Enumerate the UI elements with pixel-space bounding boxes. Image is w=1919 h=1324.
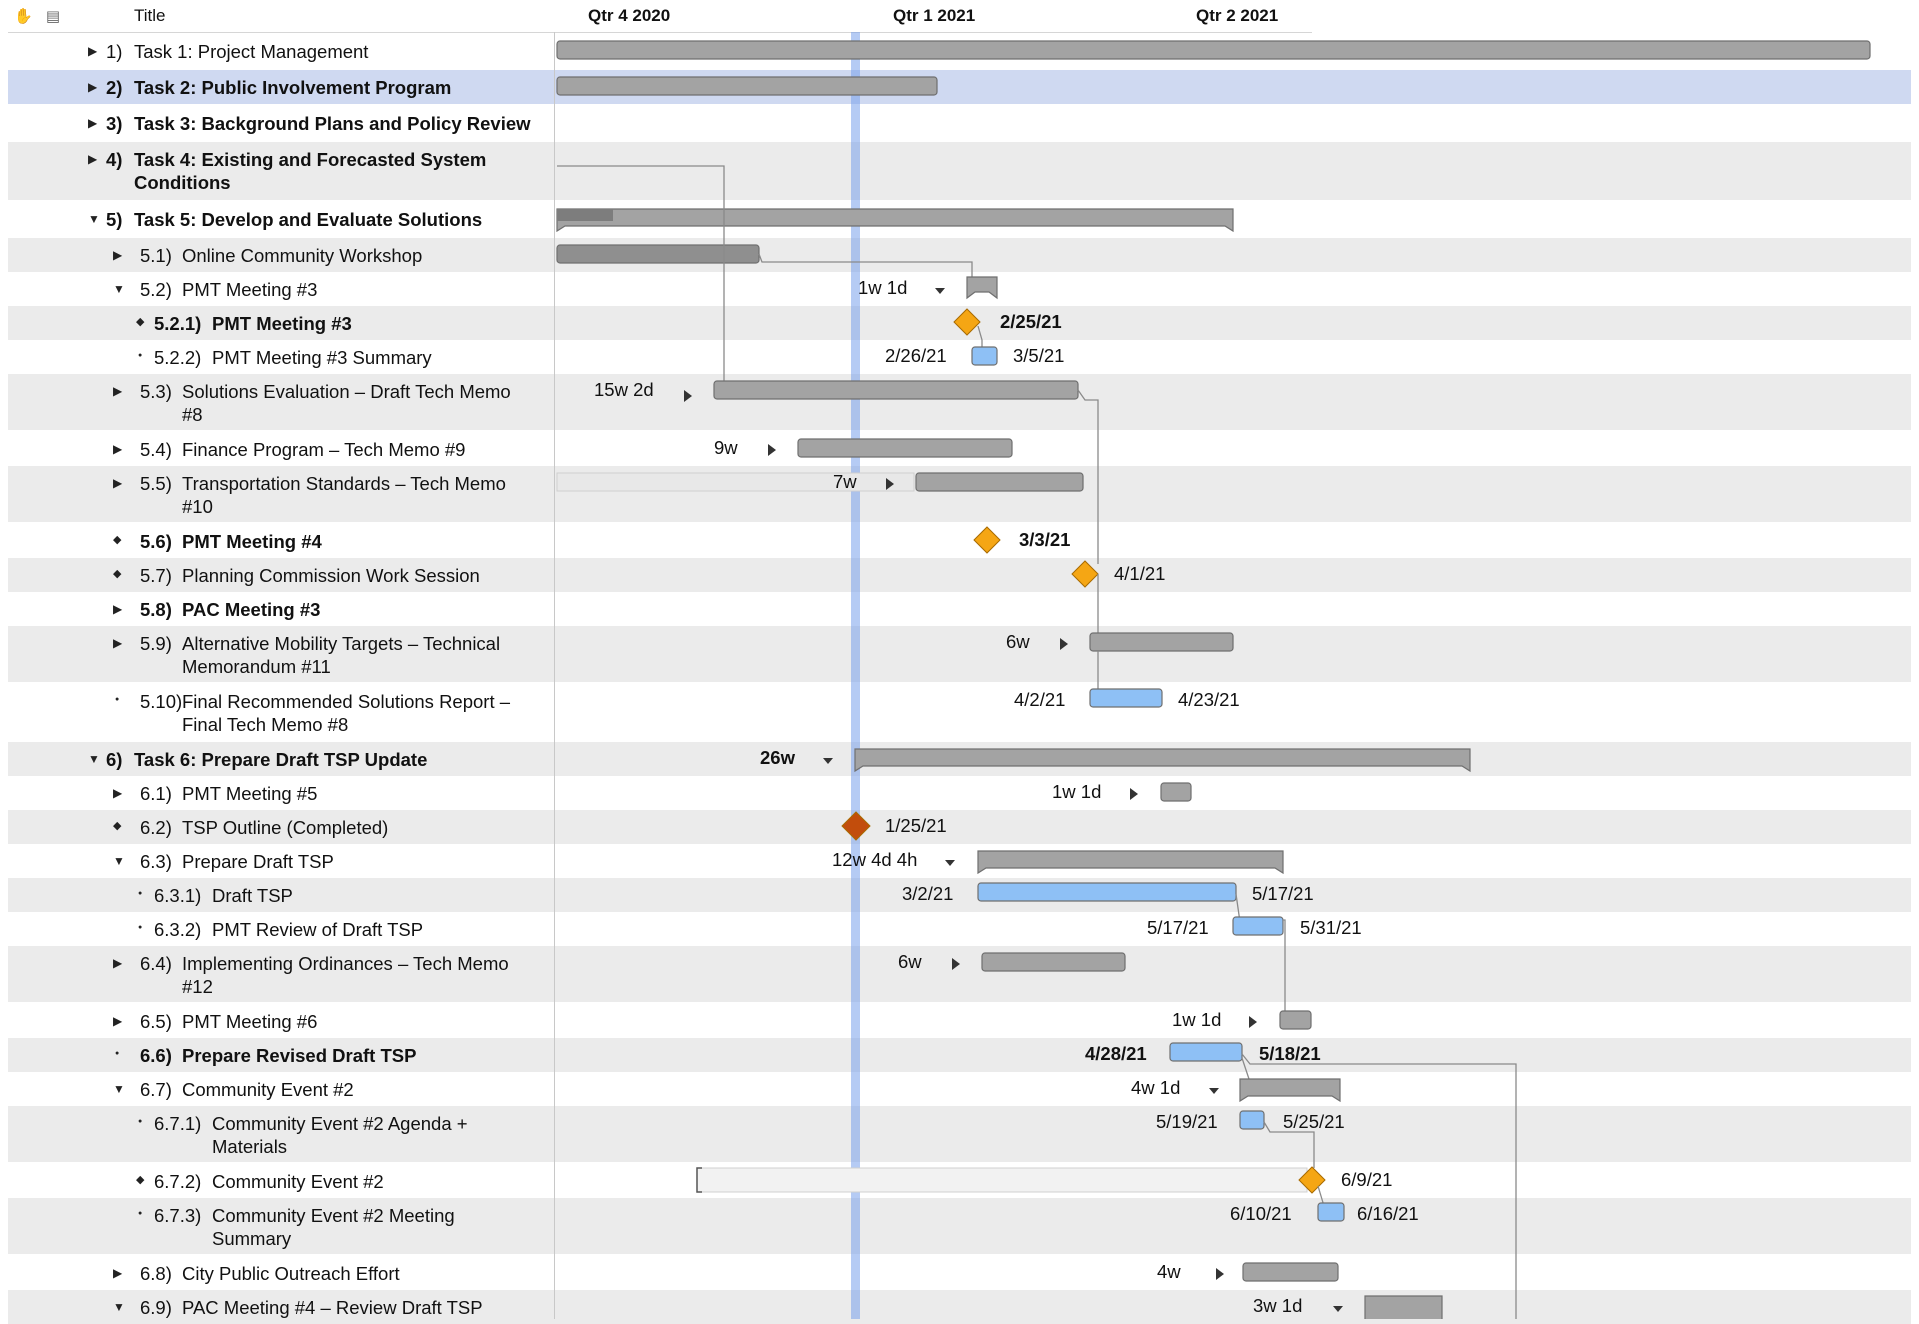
gantt-label: 12w 4d 4h (832, 849, 918, 870)
task-bar-blue[interactable] (971, 346, 998, 366)
gantt-label: 4/28/21 (1085, 1043, 1147, 1064)
task-bar[interactable] (1089, 632, 1234, 652)
dependency-line (1283, 919, 1286, 1012)
gantt-label: 5/18/21 (1259, 1043, 1321, 1064)
gantt-label: 4/2/21 (1014, 689, 1066, 710)
gantt-label: 5/31/21 (1300, 917, 1362, 938)
gantt-label: 5/25/21 (1283, 1111, 1345, 1132)
expand-arrow-icon[interactable] (1216, 1268, 1224, 1280)
gantt-label: 1w 1d (858, 277, 908, 298)
collapse-arrow-icon[interactable] (935, 288, 945, 294)
gantt-label: 3/3/21 (1019, 529, 1071, 550)
task-bar[interactable] (556, 244, 760, 264)
task-bar-blue[interactable] (1232, 916, 1284, 936)
gantt-label: 3w 1d (1253, 1295, 1303, 1316)
collapse-arrow-icon[interactable] (823, 758, 833, 764)
expand-arrow-icon[interactable] (1130, 788, 1138, 800)
expand-arrow-icon[interactable] (768, 444, 776, 456)
milestone-diamond[interactable] (953, 308, 981, 336)
expand-arrow-icon[interactable] (1249, 1016, 1257, 1028)
summary-bar[interactable] (1239, 1078, 1341, 1103)
task-bar[interactable] (1279, 1010, 1312, 1030)
summary-bar[interactable] (1364, 1295, 1443, 1319)
task-bar[interactable] (915, 472, 1084, 492)
summary-bar[interactable] (854, 748, 1471, 773)
task-bar[interactable] (713, 380, 1079, 400)
task-bar-blue[interactable] (1317, 1202, 1345, 1222)
summary-bar[interactable] (966, 276, 998, 300)
dependency-line (977, 325, 983, 348)
slack-bar (556, 472, 915, 492)
gantt-label: 9w (714, 437, 738, 458)
expand-arrow-icon[interactable] (684, 390, 692, 402)
gantt-label: 6/9/21 (1341, 1169, 1393, 1190)
gantt-label: 6/16/21 (1357, 1203, 1419, 1224)
gantt-label: 3/2/21 (902, 883, 954, 904)
gantt-label: 6w (1006, 631, 1030, 652)
gantt-label: 7w (833, 471, 857, 492)
task-bar-blue[interactable] (977, 882, 1237, 902)
dependency-line (557, 165, 725, 384)
milestone-diamond[interactable] (841, 811, 871, 841)
gantt-label: 6w (898, 951, 922, 972)
gantt-label: 4/1/21 (1114, 563, 1166, 584)
slack-bar (696, 1167, 1308, 1193)
progress-fill (557, 209, 613, 221)
gantt-app: ✋ ▤ Title Qtr 4 2020 Qtr 1 2021 Qtr 2 20… (0, 0, 1919, 1324)
gantt-label: 6/10/21 (1230, 1203, 1292, 1224)
milestone-diamond[interactable] (973, 526, 1001, 554)
task-bar-blue[interactable] (1169, 1042, 1243, 1062)
summary-bar[interactable] (977, 850, 1284, 875)
task-bar-blue[interactable] (1239, 1110, 1265, 1130)
gantt-label: 5/17/21 (1252, 883, 1314, 904)
gantt-label: 1/25/21 (885, 815, 947, 836)
task-bar-blue[interactable] (1089, 688, 1163, 708)
task-bar[interactable] (797, 438, 1013, 458)
collapse-arrow-icon[interactable] (1333, 1306, 1343, 1312)
gantt-label: 2/25/21 (1000, 311, 1062, 332)
gantt-label: 4w (1157, 1261, 1181, 1282)
expand-arrow-icon[interactable] (952, 958, 960, 970)
gantt-label: 1w 1d (1172, 1009, 1222, 1030)
collapse-arrow-icon[interactable] (945, 860, 955, 866)
gantt-label: 4w 1d (1131, 1077, 1181, 1098)
gantt-label: 1w 1d (1052, 781, 1102, 802)
summary-bar[interactable] (556, 208, 1234, 233)
gantt-label: 26w (760, 747, 795, 768)
milestone-diamond[interactable] (1071, 560, 1099, 588)
task-bar[interactable] (556, 76, 938, 96)
task-bar[interactable] (556, 40, 1871, 60)
gantt-label: 5/19/21 (1156, 1111, 1218, 1132)
gantt-chart (556, 40, 1871, 1319)
collapse-arrow-icon[interactable] (1209, 1088, 1219, 1094)
gantt-label: 5/17/21 (1147, 917, 1209, 938)
gantt-label: 15w 2d (594, 379, 654, 400)
gantt-label: 3/5/21 (1013, 345, 1065, 366)
task-bar[interactable] (981, 952, 1126, 972)
expand-arrow-icon[interactable] (1060, 638, 1068, 650)
gantt-label: 4/23/21 (1178, 689, 1240, 710)
task-bar[interactable] (1242, 1262, 1339, 1282)
task-bar[interactable] (1160, 782, 1192, 802)
gantt-label: 2/26/21 (885, 345, 947, 366)
